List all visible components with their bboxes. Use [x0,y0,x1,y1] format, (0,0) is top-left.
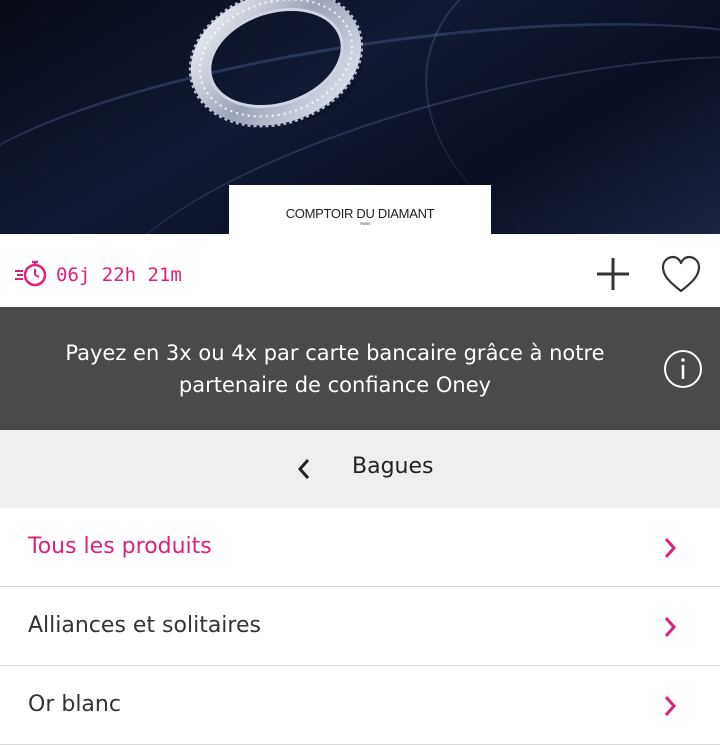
plus-icon[interactable] [594,255,632,293]
banner-text: Payez en 3x ou 4x par carte bancaire grâ… [20,337,650,401]
list-item-label: Alliances et solitaires [28,613,261,638]
brand-name: COMPTOIR DU DIAMANT [285,205,435,221]
list-item-label: Tous les produits [28,534,212,559]
list-item-label: Or blanc [28,692,121,717]
banner-line-1: Payez en 3x ou 4x par carte bancaire grâ… [65,341,605,365]
list-item-or-blanc[interactable]: Or blanc [0,666,720,745]
stopwatch-icon [14,259,48,291]
banner-line-2: partenaire de confiance Oney [178,373,492,397]
countdown-timer: 06j 22h 21m [14,259,182,291]
ring-image [178,0,368,140]
brand-logo: COMPTOIR DU DIAMANT PARIS [229,185,491,241]
payment-info-banner: Payez en 3x ou 4x par carte bancaire grâ… [0,307,720,430]
brand-sub: PARIS [360,220,371,226]
chevron-right-icon [662,694,678,718]
countdown-text: 06j 22h 21m [56,264,182,286]
list-item-tous-les-produits[interactable]: Tous les produits [0,508,720,587]
list-item-alliances-et-solitaires[interactable]: Alliances et solitaires [0,587,720,666]
category-title: Bagues [352,454,434,479]
chevron-left-icon[interactable] [294,456,314,482]
sale-timer-bar: 06j 22h 21m [0,241,720,307]
chevron-right-icon [662,615,678,639]
category-header: Bagues [0,430,720,509]
chevron-right-icon [662,536,678,560]
heart-icon[interactable] [660,255,702,295]
info-icon[interactable] [663,349,703,389]
